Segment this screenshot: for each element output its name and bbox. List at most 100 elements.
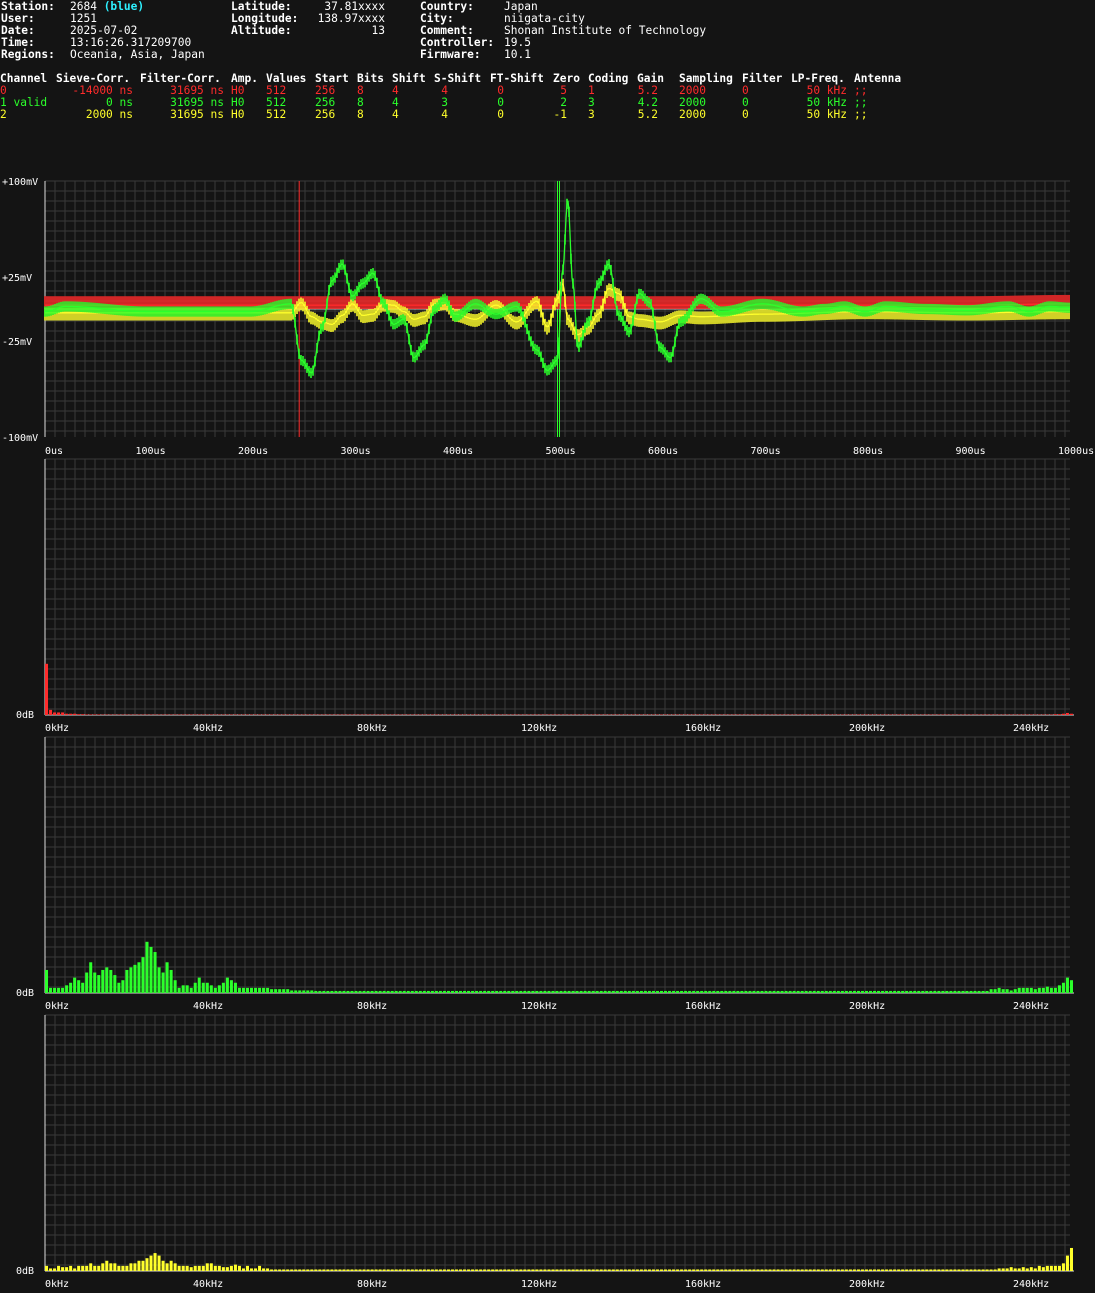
- x-tick-label: 200kHz: [849, 1001, 885, 1012]
- spectrum-bar: [716, 1269, 720, 1271]
- spectrum-bar: [258, 1265, 262, 1271]
- spectrum-bar: [386, 1269, 390, 1271]
- spectrum-bar: [820, 1269, 824, 1271]
- spectrum-bar: [1041, 987, 1045, 993]
- spectrum-bar: [370, 990, 374, 993]
- spectrum-bar: [459, 1269, 463, 1271]
- spectrum-bar: [535, 1269, 539, 1271]
- spectrum-bar: [828, 1269, 832, 1271]
- spectrum-bar: [655, 1269, 659, 1271]
- spectrum-bar: [117, 982, 121, 993]
- spectrum-bar: [929, 1269, 933, 1271]
- spectrum-bar: [270, 1269, 274, 1271]
- spectrum-bar: [137, 962, 141, 993]
- spectrum-bar: [680, 990, 684, 993]
- x-tick-label: 0kHz: [45, 1279, 69, 1290]
- spectrum-bar: [1049, 987, 1053, 993]
- spectrum-bar: [780, 990, 784, 993]
- spectrum-bar: [1041, 1267, 1045, 1271]
- spectrum-bar: [760, 1269, 764, 1271]
- spectrum-bar: [221, 1267, 225, 1271]
- spectrum-bar: [852, 990, 856, 993]
- spectrum-bar: [1005, 1268, 1009, 1271]
- spectrum-bar: [213, 987, 217, 993]
- spectrum-bar: [571, 990, 575, 993]
- spectrum-bar: [945, 1269, 949, 1271]
- spectrum-bar: [217, 985, 221, 993]
- x-tick-label: 240kHz: [1013, 1001, 1049, 1012]
- spectrum-bar: [61, 987, 65, 993]
- spectrum-bar: [298, 1269, 302, 1271]
- spectrum-bar: [418, 1269, 422, 1271]
- table-cell: 4: [392, 108, 399, 121]
- spectrum-bar: [290, 990, 294, 993]
- spectrum-bar: [873, 1269, 877, 1271]
- spectrum-bar: [165, 1263, 169, 1271]
- spectrum-bar: [53, 1268, 57, 1271]
- spectrum-bar: [647, 990, 651, 993]
- spectrum-bar: [250, 1268, 254, 1271]
- spectrum-bar: [81, 1265, 85, 1271]
- spectrum-bar: [651, 1269, 655, 1271]
- spectrum-bar: [559, 1269, 563, 1271]
- spectrum-bar: [547, 990, 551, 993]
- spectrum-bar: [245, 1265, 249, 1271]
- spectrum-bar: [209, 1263, 213, 1271]
- spectrum-bar: [1033, 989, 1037, 993]
- table-cell: 3: [588, 108, 595, 121]
- spectrum-bar: [434, 1269, 438, 1271]
- spectrum-bar: [258, 987, 262, 993]
- spectrum-bar: [519, 1269, 523, 1271]
- spectrum-bar: [69, 982, 73, 993]
- spectrum-bar: [306, 1269, 310, 1271]
- spectrum-bar: [185, 985, 189, 993]
- spectrum-bar: [1021, 987, 1025, 993]
- x-tick-label: 200kHz: [849, 1279, 885, 1290]
- spectrum-bar: [193, 1265, 197, 1271]
- spectrum-bar: [860, 1269, 864, 1271]
- table-cell: 50 kHz: [806, 108, 847, 121]
- spectrum-bar: [531, 990, 535, 993]
- spectrum-bar: [668, 1269, 672, 1271]
- spectrum-bar: [889, 1269, 893, 1271]
- y-tick-label: 0dB: [16, 710, 34, 721]
- spectrum-bar: [836, 1269, 840, 1271]
- info-value: 13: [371, 24, 385, 37]
- spectrum-bar: [499, 990, 503, 993]
- spectrum-bar: [969, 1269, 973, 1271]
- spectrum-bar: [1033, 1268, 1037, 1271]
- spectrum-bar: [113, 1263, 117, 1271]
- spectrum-bar: [205, 1263, 209, 1271]
- spectrum-bar: [587, 990, 591, 993]
- spectrum-bar: [503, 990, 507, 993]
- spectrum-bar: [571, 1269, 575, 1271]
- spectrum-bar: [326, 1269, 330, 1271]
- spectrum-bar: [635, 990, 639, 993]
- spectrum-bar: [169, 1260, 173, 1271]
- spectrum-bar: [430, 990, 434, 993]
- spectrum-bar: [672, 1269, 676, 1271]
- spectrum-bar: [250, 987, 254, 993]
- x-tick-label: 80kHz: [357, 723, 387, 734]
- spectrum-bar: [869, 990, 873, 993]
- spectrum-bar: [354, 1269, 358, 1271]
- spectrum-bar: [925, 990, 929, 993]
- spectrum-bar: [981, 1269, 985, 1271]
- spectrum-bar: [270, 989, 274, 993]
- spectrum-bar: [326, 990, 330, 993]
- spectrum-bar: [684, 1269, 688, 1271]
- spectrum-bar: [563, 1269, 567, 1271]
- spectrum-bar: [45, 1265, 49, 1271]
- spectrum-bar: [262, 987, 266, 993]
- spectrum-bar: [237, 1265, 241, 1271]
- spectrum-bar: [189, 1267, 193, 1271]
- info-key: Altitude:: [231, 24, 292, 37]
- spectrum-bar: [740, 990, 744, 993]
- spectrum-bar: [792, 990, 796, 993]
- spectrum-bar: [909, 990, 913, 993]
- spectrum-bar: [463, 1269, 467, 1271]
- spectrum-bar: [676, 990, 680, 993]
- spectrum-bar: [655, 990, 659, 993]
- spectrum-bar: [69, 1265, 73, 1271]
- spectrum-bar: [97, 714, 101, 715]
